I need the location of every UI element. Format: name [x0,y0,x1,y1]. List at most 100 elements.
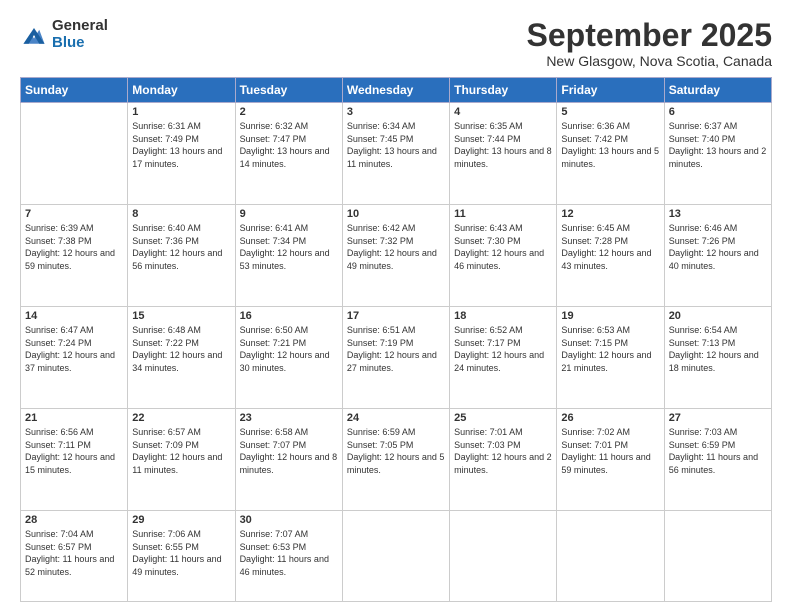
table-row: 15 Sunrise: 6:48 AMSunset: 7:22 PMDaylig… [128,307,235,409]
day-info: Sunrise: 7:04 AMSunset: 6:57 PMDaylight:… [25,529,114,577]
day-number: 9 [240,208,338,220]
day-number: 17 [347,310,445,322]
table-row: 10 Sunrise: 6:42 AMSunset: 7:32 PMDaylig… [342,205,449,307]
day-number: 16 [240,310,338,322]
table-row: 16 Sunrise: 6:50 AMSunset: 7:21 PMDaylig… [235,307,342,409]
day-info: Sunrise: 7:07 AMSunset: 6:53 PMDaylight:… [240,529,329,577]
table-row: 24 Sunrise: 6:59 AMSunset: 7:05 PMDaylig… [342,409,449,511]
table-row: 29 Sunrise: 7:06 AMSunset: 6:55 PMDaylig… [128,511,235,602]
table-row: 18 Sunrise: 6:52 AMSunset: 7:17 PMDaylig… [450,307,557,409]
day-info: Sunrise: 6:41 AMSunset: 7:34 PMDaylight:… [240,223,330,271]
table-row: 22 Sunrise: 6:57 AMSunset: 7:09 PMDaylig… [128,409,235,511]
col-saturday: Saturday [664,78,771,103]
day-info: Sunrise: 6:34 AMSunset: 7:45 PMDaylight:… [347,121,437,169]
location-subtitle: New Glasgow, Nova Scotia, Canada [527,53,772,69]
day-number: 11 [454,208,552,220]
day-number: 12 [561,208,659,220]
table-row: 11 Sunrise: 6:43 AMSunset: 7:30 PMDaylig… [450,205,557,307]
day-number: 25 [454,412,552,424]
day-number: 24 [347,412,445,424]
table-row: 4 Sunrise: 6:35 AMSunset: 7:44 PMDayligh… [450,103,557,205]
table-row: 23 Sunrise: 6:58 AMSunset: 7:07 PMDaylig… [235,409,342,511]
day-info: Sunrise: 6:43 AMSunset: 7:30 PMDaylight:… [454,223,544,271]
table-row [557,511,664,602]
day-number: 23 [240,412,338,424]
day-info: Sunrise: 6:56 AMSunset: 7:11 PMDaylight:… [25,427,115,475]
day-info: Sunrise: 6:42 AMSunset: 7:32 PMDaylight:… [347,223,437,271]
table-row: 20 Sunrise: 6:54 AMSunset: 7:13 PMDaylig… [664,307,771,409]
day-number: 7 [25,208,123,220]
day-info: Sunrise: 6:35 AMSunset: 7:44 PMDaylight:… [454,121,552,169]
day-number: 8 [132,208,230,220]
day-info: Sunrise: 6:53 AMSunset: 7:15 PMDaylight:… [561,325,651,373]
day-info: Sunrise: 6:48 AMSunset: 7:22 PMDaylight:… [132,325,222,373]
table-row: 9 Sunrise: 6:41 AMSunset: 7:34 PMDayligh… [235,205,342,307]
table-row [21,103,128,205]
day-number: 15 [132,310,230,322]
day-info: Sunrise: 7:01 AMSunset: 7:03 PMDaylight:… [454,427,552,475]
col-wednesday: Wednesday [342,78,449,103]
day-number: 6 [669,106,767,118]
table-row: 5 Sunrise: 6:36 AMSunset: 7:42 PMDayligh… [557,103,664,205]
day-info: Sunrise: 6:37 AMSunset: 7:40 PMDaylight:… [669,121,767,169]
day-number: 5 [561,106,659,118]
table-row: 6 Sunrise: 6:37 AMSunset: 7:40 PMDayligh… [664,103,771,205]
day-number: 26 [561,412,659,424]
calendar-table: Sunday Monday Tuesday Wednesday Thursday… [20,77,772,602]
header: General Blue September 2025 New Glasgow,… [20,18,772,69]
col-thursday: Thursday [450,78,557,103]
logo-text: General Blue [52,18,108,51]
day-info: Sunrise: 7:06 AMSunset: 6:55 PMDaylight:… [132,529,221,577]
day-info: Sunrise: 6:32 AMSunset: 7:47 PMDaylight:… [240,121,330,169]
table-row: 30 Sunrise: 7:07 AMSunset: 6:53 PMDaylig… [235,511,342,602]
day-info: Sunrise: 6:52 AMSunset: 7:17 PMDaylight:… [454,325,544,373]
logo-icon [20,21,48,49]
day-number: 27 [669,412,767,424]
page: General Blue September 2025 New Glasgow,… [0,0,792,612]
day-number: 3 [347,106,445,118]
table-row [342,511,449,602]
day-number: 21 [25,412,123,424]
table-row: 27 Sunrise: 7:03 AMSunset: 6:59 PMDaylig… [664,409,771,511]
day-number: 28 [25,514,123,526]
logo-general: General [52,18,108,35]
table-row: 12 Sunrise: 6:45 AMSunset: 7:28 PMDaylig… [557,205,664,307]
table-row: 3 Sunrise: 6:34 AMSunset: 7:45 PMDayligh… [342,103,449,205]
table-row: 14 Sunrise: 6:47 AMSunset: 7:24 PMDaylig… [21,307,128,409]
day-number: 19 [561,310,659,322]
calendar-header-row: Sunday Monday Tuesday Wednesday Thursday… [21,78,772,103]
day-info: Sunrise: 6:47 AMSunset: 7:24 PMDaylight:… [25,325,115,373]
day-info: Sunrise: 6:36 AMSunset: 7:42 PMDaylight:… [561,121,659,169]
table-row: 26 Sunrise: 7:02 AMSunset: 7:01 PMDaylig… [557,409,664,511]
table-row: 8 Sunrise: 6:40 AMSunset: 7:36 PMDayligh… [128,205,235,307]
day-info: Sunrise: 7:02 AMSunset: 7:01 PMDaylight:… [561,427,650,475]
table-row: 21 Sunrise: 6:56 AMSunset: 7:11 PMDaylig… [21,409,128,511]
day-info: Sunrise: 6:50 AMSunset: 7:21 PMDaylight:… [240,325,330,373]
day-number: 20 [669,310,767,322]
day-info: Sunrise: 6:51 AMSunset: 7:19 PMDaylight:… [347,325,437,373]
table-row: 25 Sunrise: 7:01 AMSunset: 7:03 PMDaylig… [450,409,557,511]
day-number: 14 [25,310,123,322]
day-info: Sunrise: 6:40 AMSunset: 7:36 PMDaylight:… [132,223,222,271]
table-row [664,511,771,602]
day-info: Sunrise: 6:58 AMSunset: 7:07 PMDaylight:… [240,427,338,475]
col-friday: Friday [557,78,664,103]
table-row: 2 Sunrise: 6:32 AMSunset: 7:47 PMDayligh… [235,103,342,205]
table-row [450,511,557,602]
day-number: 29 [132,514,230,526]
day-number: 4 [454,106,552,118]
table-row: 19 Sunrise: 6:53 AMSunset: 7:15 PMDaylig… [557,307,664,409]
col-monday: Monday [128,78,235,103]
day-info: Sunrise: 6:54 AMSunset: 7:13 PMDaylight:… [669,325,759,373]
day-info: Sunrise: 6:31 AMSunset: 7:49 PMDaylight:… [132,121,222,169]
day-number: 2 [240,106,338,118]
table-row: 28 Sunrise: 7:04 AMSunset: 6:57 PMDaylig… [21,511,128,602]
day-info: Sunrise: 6:39 AMSunset: 7:38 PMDaylight:… [25,223,115,271]
col-tuesday: Tuesday [235,78,342,103]
title-block: September 2025 New Glasgow, Nova Scotia,… [527,18,772,69]
table-row: 7 Sunrise: 6:39 AMSunset: 7:38 PMDayligh… [21,205,128,307]
day-info: Sunrise: 6:59 AMSunset: 7:05 PMDaylight:… [347,427,445,475]
table-row: 13 Sunrise: 6:46 AMSunset: 7:26 PMDaylig… [664,205,771,307]
logo: General Blue [20,18,108,51]
day-info: Sunrise: 6:45 AMSunset: 7:28 PMDaylight:… [561,223,651,271]
